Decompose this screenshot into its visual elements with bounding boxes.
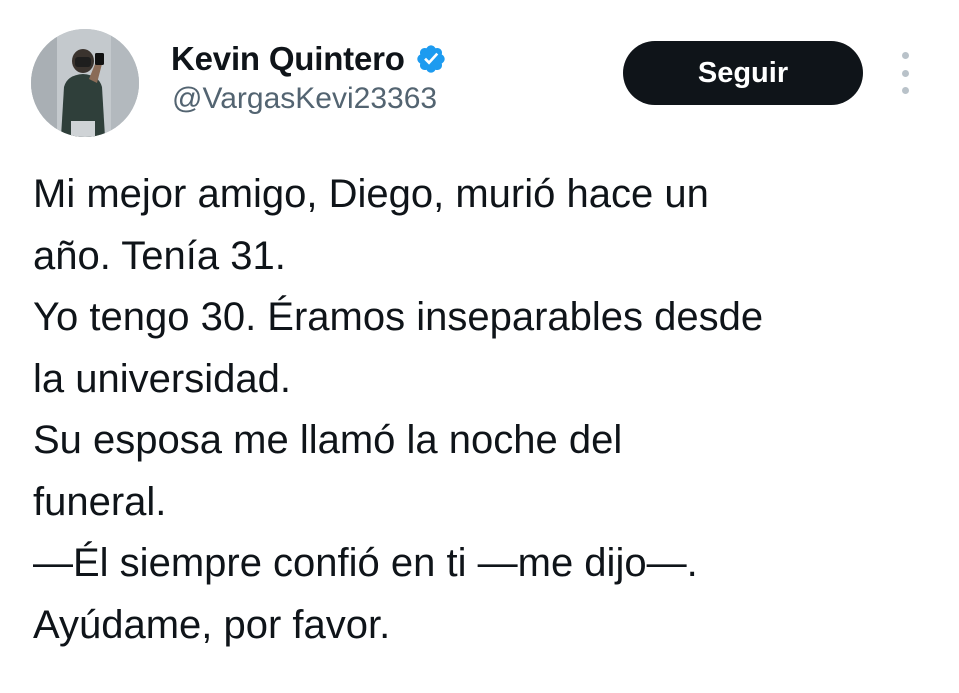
- verified-badge-icon[interactable]: [415, 43, 447, 75]
- tweet-text-line: Su esposa me llamó la noche del: [33, 418, 623, 462]
- tweet-text-line: Ayúdame, por favor.: [33, 602, 391, 647]
- tweet-text-line: Mi mejor amigo, Diego, murió hace un: [33, 172, 709, 216]
- tweet-text-line: —Él siempre confió en ti —me dijo—.: [33, 541, 698, 585]
- author-name-row: Kevin Quintero: [171, 37, 447, 81]
- tweet-text-line: Yo tengo 30. Éramos inseparables desde: [33, 295, 764, 339]
- more-options-icon[interactable]: [890, 52, 920, 94]
- tweet-text: Mi mejor amigo, Diego, murió hace un año…: [33, 164, 933, 656]
- author-display-name[interactable]: Kevin Quintero: [171, 40, 405, 78]
- avatar-photo: [31, 29, 139, 137]
- tweet-text-line: año. Tenía 31.: [33, 233, 286, 278]
- author-handle[interactable]: @VargasKevi23363: [172, 82, 437, 116]
- tweet-card: Kevin Quintero @VargasKevi23363 Seguir M…: [0, 0, 959, 693]
- tweet-text-line: la universidad.: [33, 356, 291, 401]
- avatar[interactable]: [31, 29, 139, 137]
- more-dot: [901, 52, 909, 59]
- more-dot: [901, 87, 909, 94]
- tweet-text-line: funeral.: [33, 479, 167, 524]
- follow-button[interactable]: Seguir: [623, 41, 863, 105]
- more-dot: [901, 69, 909, 77]
